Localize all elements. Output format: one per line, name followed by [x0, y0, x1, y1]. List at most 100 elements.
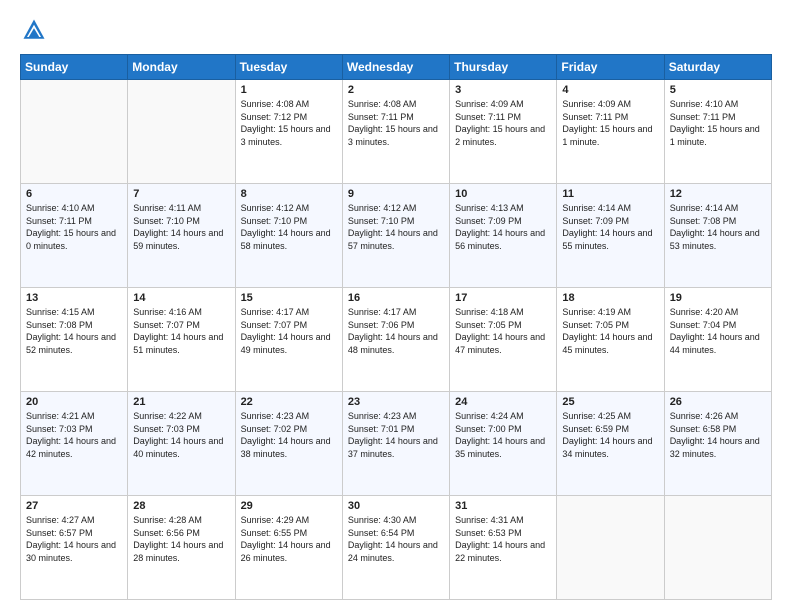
weekday-header-saturday: Saturday [664, 55, 771, 80]
logo-icon [20, 16, 48, 44]
day-info: Sunrise: 4:17 AM Sunset: 7:07 PM Dayligh… [241, 306, 337, 356]
weekday-header-thursday: Thursday [450, 55, 557, 80]
day-info: Sunrise: 4:14 AM Sunset: 7:08 PM Dayligh… [670, 202, 766, 252]
day-info: Sunrise: 4:23 AM Sunset: 7:01 PM Dayligh… [348, 410, 444, 460]
day-number: 15 [241, 292, 337, 304]
day-number: 17 [455, 292, 551, 304]
calendar-week-row: 6Sunrise: 4:10 AM Sunset: 7:11 PM Daylig… [21, 184, 772, 288]
calendar-cell: 11 Sunrise: 4:14 AM Sunset: 7:09 PM Dayli… [557, 184, 664, 288]
day-info: Sunrise: 4:23 AM Sunset: 7:02 PM Dayligh… [241, 410, 337, 460]
day-number: 14 [133, 292, 229, 304]
day-number: 10 [455, 188, 551, 200]
day-number: 13 [26, 292, 122, 304]
day-info: Sunrise: 4:15 AM Sunset: 7:08 PM Dayligh… [26, 306, 122, 356]
weekday-header-friday: Friday [557, 55, 664, 80]
weekday-header-row: SundayMondayTuesdayWednesdayThursdayFrid… [21, 55, 772, 80]
day-number: 2 [348, 84, 444, 96]
day-info: Sunrise: 4:11 AM Sunset: 7:10 PM Dayligh… [133, 202, 229, 252]
day-number: 26 [670, 396, 766, 408]
calendar-cell: 26 Sunrise: 4:26 AM Sunset: 6:58 PM Dayli… [664, 392, 771, 496]
calendar-week-row: 13 Sunrise: 4:15 AM Sunset: 7:08 PM Dayli… [21, 288, 772, 392]
calendar-cell [557, 496, 664, 600]
calendar-cell: 3 Sunrise: 4:09 AM Sunset: 7:11 PM Daylig… [450, 80, 557, 184]
calendar-cell: 15 Sunrise: 4:17 AM Sunset: 7:07 PM Dayli… [235, 288, 342, 392]
day-info: Sunrise: 4:29 AM Sunset: 6:55 PM Dayligh… [241, 514, 337, 564]
calendar-cell [21, 80, 128, 184]
day-number: 3 [455, 84, 551, 96]
day-info: Sunrise: 4:22 AM Sunset: 7:03 PM Dayligh… [133, 410, 229, 460]
day-number: 29 [241, 500, 337, 512]
day-info: Sunrise: 4:18 AM Sunset: 7:05 PM Dayligh… [455, 306, 551, 356]
day-number: 23 [348, 396, 444, 408]
calendar-week-row: 1 Sunrise: 4:08 AM Sunset: 7:12 PM Daylig… [21, 80, 772, 184]
day-number: 30 [348, 500, 444, 512]
weekday-header-monday: Monday [128, 55, 235, 80]
weekday-header-sunday: Sunday [21, 55, 128, 80]
day-number: 18 [562, 292, 658, 304]
day-info: Sunrise: 4:10 AM Sunset: 7:11 PM Dayligh… [670, 98, 766, 148]
logo [20, 16, 52, 44]
day-info: Sunrise: 4:13 AM Sunset: 7:09 PM Dayligh… [455, 202, 551, 252]
calendar-cell: 14Sunrise: 4:16 AM Sunset: 7:07 PM Dayli… [128, 288, 235, 392]
day-info: Sunrise: 4:12 AM Sunset: 7:10 PM Dayligh… [241, 202, 337, 252]
day-info: Sunrise: 4:08 AM Sunset: 7:12 PM Dayligh… [241, 98, 337, 148]
day-number: 5 [670, 84, 766, 96]
calendar-cell: 9 Sunrise: 4:12 AM Sunset: 7:10 PM Daylig… [342, 184, 449, 288]
day-number: 22 [241, 396, 337, 408]
day-info: Sunrise: 4:28 AM Sunset: 6:56 PM Dayligh… [133, 514, 229, 564]
calendar-cell: 19 Sunrise: 4:20 AM Sunset: 7:04 PM Dayli… [664, 288, 771, 392]
day-info: Sunrise: 4:12 AM Sunset: 7:10 PM Dayligh… [348, 202, 444, 252]
calendar-table: SundayMondayTuesdayWednesdayThursdayFrid… [20, 54, 772, 600]
calendar-cell: 24 Sunrise: 4:24 AM Sunset: 7:00 PM Dayli… [450, 392, 557, 496]
day-info: Sunrise: 4:26 AM Sunset: 6:58 PM Dayligh… [670, 410, 766, 460]
day-number: 24 [455, 396, 551, 408]
calendar-cell: 5 Sunrise: 4:10 AM Sunset: 7:11 PM Daylig… [664, 80, 771, 184]
day-info: Sunrise: 4:31 AM Sunset: 6:53 PM Dayligh… [455, 514, 551, 564]
calendar-cell: 25Sunrise: 4:25 AM Sunset: 6:59 PM Dayli… [557, 392, 664, 496]
calendar-cell: 16 Sunrise: 4:17 AM Sunset: 7:06 PM Dayli… [342, 288, 449, 392]
calendar-cell: 23 Sunrise: 4:23 AM Sunset: 7:01 PM Dayli… [342, 392, 449, 496]
calendar-cell: 31Sunrise: 4:31 AM Sunset: 6:53 PM Dayli… [450, 496, 557, 600]
day-number: 7 [133, 188, 229, 200]
day-number: 21 [133, 396, 229, 408]
calendar-cell: 8 Sunrise: 4:12 AM Sunset: 7:10 PM Daylig… [235, 184, 342, 288]
page: SundayMondayTuesdayWednesdayThursdayFrid… [0, 0, 792, 612]
day-info: Sunrise: 4:24 AM Sunset: 7:00 PM Dayligh… [455, 410, 551, 460]
calendar-cell: 21 Sunrise: 4:22 AM Sunset: 7:03 PM Dayli… [128, 392, 235, 496]
day-number: 19 [670, 292, 766, 304]
calendar-cell [128, 80, 235, 184]
day-info: Sunrise: 4:27 AM Sunset: 6:57 PM Dayligh… [26, 514, 122, 564]
day-info: Sunrise: 4:14 AM Sunset: 7:09 PM Dayligh… [562, 202, 658, 252]
calendar-cell: 27 Sunrise: 4:27 AM Sunset: 6:57 PM Dayli… [21, 496, 128, 600]
calendar-cell: 28 Sunrise: 4:28 AM Sunset: 6:56 PM Dayli… [128, 496, 235, 600]
calendar-cell: 17 Sunrise: 4:18 AM Sunset: 7:05 PM Dayli… [450, 288, 557, 392]
weekday-header-tuesday: Tuesday [235, 55, 342, 80]
day-number: 9 [348, 188, 444, 200]
day-number: 20 [26, 396, 122, 408]
calendar-cell: 2Sunrise: 4:08 AM Sunset: 7:11 PM Daylig… [342, 80, 449, 184]
calendar-week-row: 20 Sunrise: 4:21 AM Sunset: 7:03 PM Dayli… [21, 392, 772, 496]
day-number: 12 [670, 188, 766, 200]
calendar-cell: 10 Sunrise: 4:13 AM Sunset: 7:09 PM Dayli… [450, 184, 557, 288]
day-number: 27 [26, 500, 122, 512]
day-number: 28 [133, 500, 229, 512]
day-info: Sunrise: 4:17 AM Sunset: 7:06 PM Dayligh… [348, 306, 444, 356]
calendar-cell: 29 Sunrise: 4:29 AM Sunset: 6:55 PM Dayli… [235, 496, 342, 600]
header [20, 16, 772, 44]
day-info: Sunrise: 4:21 AM Sunset: 7:03 PM Dayligh… [26, 410, 122, 460]
day-number: 11 [562, 188, 658, 200]
calendar-cell: 7 Sunrise: 4:11 AM Sunset: 7:10 PM Daylig… [128, 184, 235, 288]
day-number: 6 [26, 188, 122, 200]
day-number: 16 [348, 292, 444, 304]
day-info: Sunrise: 4:20 AM Sunset: 7:04 PM Dayligh… [670, 306, 766, 356]
calendar-cell: 1 Sunrise: 4:08 AM Sunset: 7:12 PM Daylig… [235, 80, 342, 184]
calendar-cell: 12 Sunrise: 4:14 AM Sunset: 7:08 PM Dayli… [664, 184, 771, 288]
day-info: Sunrise: 4:09 AM Sunset: 7:11 PM Dayligh… [455, 98, 551, 148]
day-number: 1 [241, 84, 337, 96]
day-number: 8 [241, 188, 337, 200]
day-number: 25 [562, 396, 658, 408]
calendar-cell: 30Sunrise: 4:30 AM Sunset: 6:54 PM Dayli… [342, 496, 449, 600]
calendar-cell: 22 Sunrise: 4:23 AM Sunset: 7:02 PM Dayli… [235, 392, 342, 496]
day-number: 4 [562, 84, 658, 96]
calendar-cell [664, 496, 771, 600]
